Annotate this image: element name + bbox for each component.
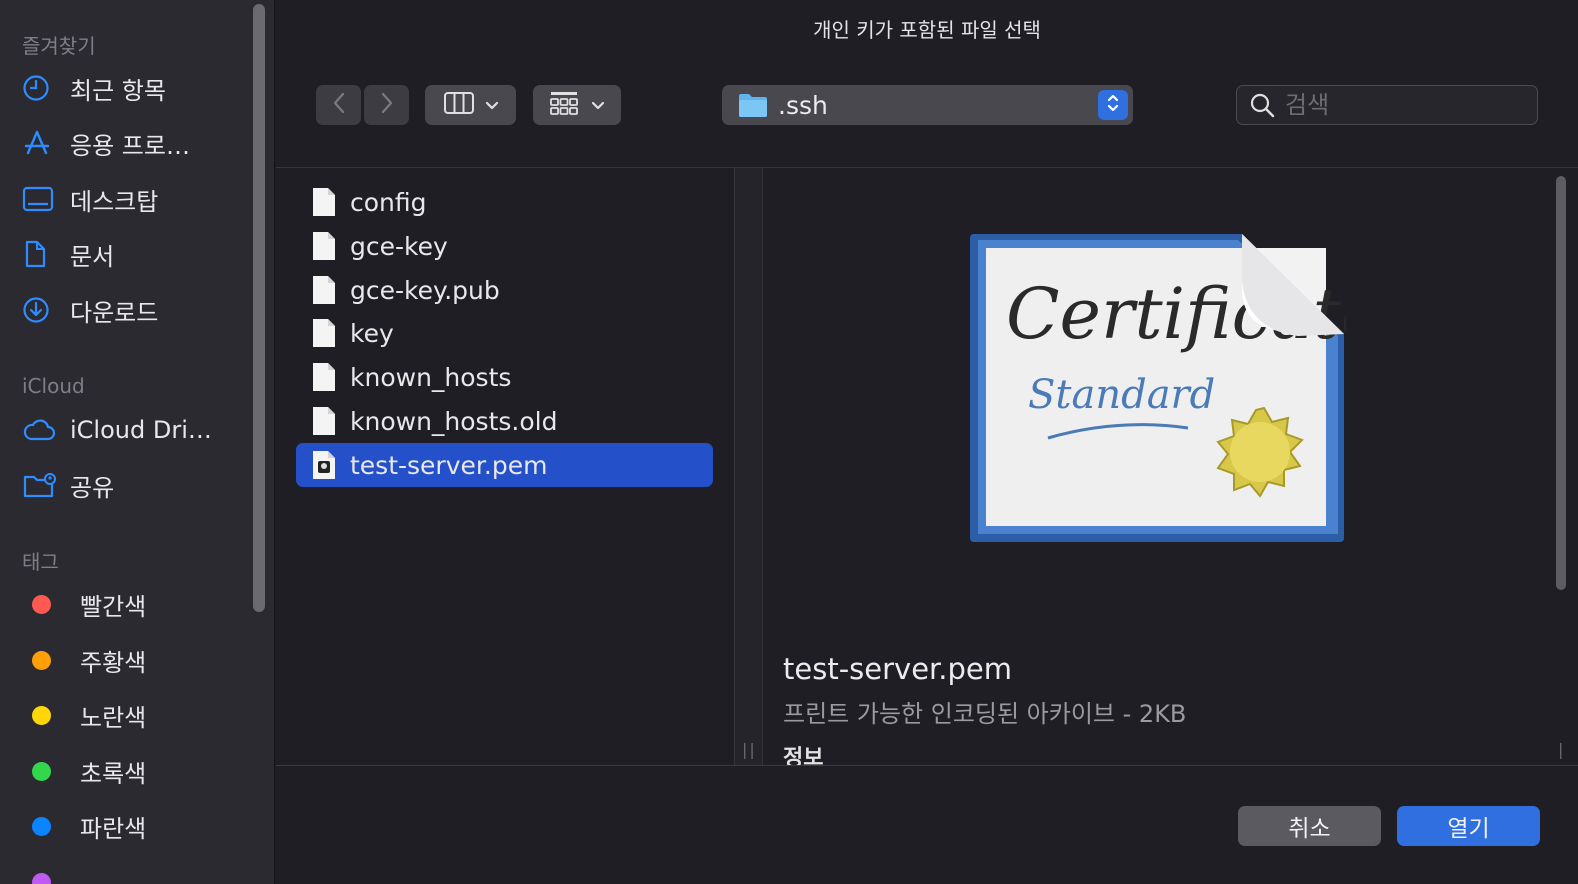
sidebar-item-label: 초록색 xyxy=(80,759,147,788)
file-name: gce-key.pub xyxy=(350,275,500,305)
shared-folder-icon xyxy=(22,470,58,500)
sidebar-item-shared[interactable]: 공유 xyxy=(22,465,247,505)
file-name: known_hosts.old xyxy=(350,406,558,436)
sidebar-item-icloud-drive[interactable]: iCloud Dri… xyxy=(22,410,247,450)
sidebar-item-desktop[interactable]: 데스크탑 xyxy=(22,179,247,219)
file-row-config[interactable]: config xyxy=(296,180,713,224)
cloud-icon xyxy=(22,415,58,445)
svg-text:Standard: Standard xyxy=(1028,372,1215,418)
file-name: test-server.pem xyxy=(350,450,548,480)
open-button[interactable]: 열기 xyxy=(1397,806,1540,846)
sidebar-item-label: iCloud Dri… xyxy=(70,416,212,444)
chevron-left-icon xyxy=(331,91,347,119)
tag-color-dot xyxy=(32,650,51,670)
sidebar-tag-blue[interactable]: 파란색 xyxy=(22,806,247,846)
sidebar-item-applications[interactable]: 응용 프로… xyxy=(22,123,247,163)
search-field[interactable] xyxy=(1236,85,1538,125)
file-row-gce-key[interactable]: gce-key xyxy=(296,224,713,268)
location-popup[interactable]: .ssh xyxy=(722,85,1133,125)
column-resize-gutter[interactable] xyxy=(734,168,763,765)
file-icon xyxy=(312,362,336,392)
chevron-down-icon xyxy=(485,96,499,115)
file-name: gce-key xyxy=(350,231,448,261)
column-view-icon xyxy=(443,91,475,119)
sidebar-tag-purple-partial[interactable] xyxy=(22,862,247,884)
document-icon xyxy=(22,239,58,269)
sidebar-section-tags: 태그 xyxy=(22,550,59,574)
file-name: key xyxy=(350,318,394,348)
back-button[interactable] xyxy=(316,85,361,125)
sidebar-item-label: 파란색 xyxy=(80,814,147,843)
preview-pane: Certificate Standard test-server.pem 프린트… xyxy=(763,168,1553,765)
tag-color-dot xyxy=(32,705,51,725)
file-row-test-server-pem[interactable]: test-server.pem xyxy=(296,443,713,487)
search-icon xyxy=(1249,92,1275,118)
sidebar-item-label: 주황색 xyxy=(80,648,147,677)
tag-color-dot xyxy=(32,816,51,836)
tag-color-dot xyxy=(32,594,51,614)
grid-view-icon xyxy=(549,90,579,120)
applications-icon xyxy=(22,128,58,158)
search-input[interactable] xyxy=(1285,91,1525,119)
clock-icon xyxy=(22,73,58,103)
file-icon xyxy=(312,406,336,436)
sidebar-tag-yellow[interactable]: 노란색 xyxy=(22,695,247,735)
group-mode-button[interactable] xyxy=(533,85,621,125)
certificate-file-icon xyxy=(312,450,336,480)
sidebar-item-recents[interactable]: 최근 항목 xyxy=(22,68,247,108)
cancel-button[interactable]: 취소 xyxy=(1238,806,1381,846)
sidebar-item-label: 최근 항목 xyxy=(70,76,166,105)
download-icon xyxy=(22,295,58,325)
chevron-down-icon xyxy=(591,96,605,115)
column-resize-handle-right[interactable]: | xyxy=(1558,740,1565,759)
sidebar-item-label: 빨간색 xyxy=(80,592,147,621)
window-title: 개인 키가 포함된 파일 선택 xyxy=(813,18,1041,42)
sidebar-item-label: 문서 xyxy=(70,242,115,271)
file-icon xyxy=(312,275,336,305)
preview-file-kind: 프린트 가능한 인코딩된 아카이브 - 2KB xyxy=(783,700,1187,728)
file-name: config xyxy=(350,187,427,217)
sidebar-scrollbar[interactable] xyxy=(253,4,265,612)
sidebar-item-label: 응용 프로… xyxy=(70,131,190,160)
chevron-right-icon xyxy=(379,91,395,119)
sidebar-section-icloud: iCloud xyxy=(22,374,85,398)
location-label: .ssh xyxy=(778,90,828,120)
file-row-known-hosts-old[interactable]: known_hosts.old xyxy=(296,399,713,443)
tag-color-dot xyxy=(32,761,51,781)
certificate-preview-icon: Certificate Standard xyxy=(968,232,1382,544)
folder-icon xyxy=(738,92,768,118)
location-stepper[interactable] xyxy=(1098,90,1128,120)
sidebar-item-documents[interactable]: 문서 xyxy=(22,234,247,274)
file-row-known-hosts[interactable]: known_hosts xyxy=(296,355,713,399)
sidebar-tag-orange[interactable]: 주황색 xyxy=(22,640,247,680)
sidebar-tag-green[interactable]: 초록색 xyxy=(22,751,247,791)
file-name: known_hosts xyxy=(350,362,512,392)
file-row-gce-key-pub[interactable]: gce-key.pub xyxy=(296,268,713,312)
preview-file-name: test-server.pem xyxy=(783,652,1013,686)
tag-color-dot xyxy=(32,872,51,884)
sidebar-item-label: 다운로드 xyxy=(70,298,159,327)
sidebar-item-label: 공유 xyxy=(70,473,115,502)
sidebar-item-label: 데스크탑 xyxy=(70,187,159,216)
chevron-up-down-icon xyxy=(1106,91,1120,120)
file-icon xyxy=(312,318,336,348)
sidebar-item-downloads[interactable]: 다운로드 xyxy=(22,290,247,330)
column-resize-handle[interactable]: || xyxy=(742,740,757,759)
sidebar-item-label: 노란색 xyxy=(80,703,147,732)
desktop-icon xyxy=(22,184,58,214)
forward-button[interactable] xyxy=(364,85,409,125)
file-row-key[interactable]: key xyxy=(296,311,713,355)
footer-divider xyxy=(276,765,1578,766)
sidebar-tag-red[interactable]: 빨간색 xyxy=(22,584,247,624)
view-mode-button[interactable] xyxy=(425,85,516,125)
sidebar-section-favorites: 즐겨찾기 xyxy=(22,34,96,58)
preview-info-heading: 정보 xyxy=(783,746,824,765)
file-column: config gce-key gce-key.pub key known_hos… xyxy=(276,168,734,765)
file-icon xyxy=(312,231,336,261)
sidebar: 즐겨찾기 최근 항목 응용 프로… 데스크탑 문서 다운로드 iCloud iC… xyxy=(0,0,275,884)
file-icon xyxy=(312,187,336,217)
preview-scrollbar[interactable] xyxy=(1556,176,1566,590)
